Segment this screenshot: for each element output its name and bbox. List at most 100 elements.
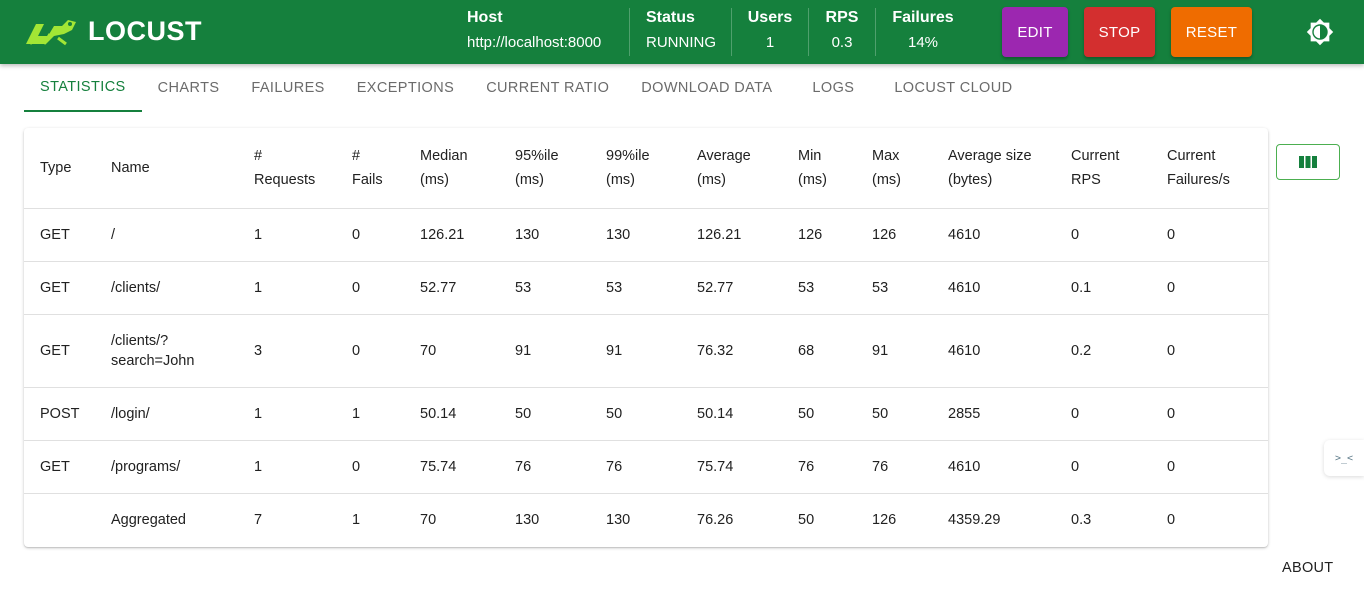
- tab-logs[interactable]: LOGS: [788, 64, 878, 112]
- table-cell: /: [95, 208, 238, 262]
- brightness-icon: [1306, 18, 1334, 46]
- table-cell: 0.2: [1055, 314, 1151, 388]
- column-header-line: Median: [420, 148, 468, 164]
- table-cell: 4610: [932, 440, 1055, 494]
- tab-exceptions[interactable]: EXCEPTIONS: [341, 64, 470, 112]
- host-label: Host: [467, 9, 503, 26]
- table-cell: /clients/? search=John: [95, 314, 238, 388]
- table-cell: 0: [1151, 440, 1268, 494]
- column-header-line: (ms): [798, 172, 827, 188]
- table-cell: 126: [856, 208, 932, 262]
- table-cell: 50.14: [404, 387, 499, 441]
- table-cell: 0: [1055, 387, 1151, 441]
- tab-current-ratio[interactable]: CURRENT RATIO: [470, 64, 625, 112]
- column-header-line: 99%ile: [606, 148, 650, 164]
- column-header-line: #: [254, 148, 263, 164]
- side-widget[interactable]: >_<: [1324, 440, 1364, 476]
- table-cell: 1: [352, 512, 361, 529]
- column-header: Current RPS: [1055, 128, 1151, 209]
- column-header: Median (ms): [404, 128, 499, 209]
- rps-label: RPS: [825, 9, 859, 26]
- table-cell: 68: [782, 314, 856, 388]
- statistics-table: Type Name # Requests # Fails Median (ms) 95%ile (…: [24, 128, 1268, 547]
- table-cell: 2855: [932, 387, 1055, 441]
- column-header: 99%ile (ms): [590, 128, 681, 209]
- failures-stat: Failures 14%: [892, 8, 954, 58]
- logo-text: LOCUST: [88, 15, 202, 46]
- view-column-icon: [1299, 156, 1317, 168]
- table-cell: 0: [1151, 208, 1268, 262]
- about-link[interactable]: ABOUT: [1282, 560, 1333, 576]
- status-label: Status: [646, 9, 695, 26]
- status-stat: Status RUNNING: [646, 8, 716, 58]
- table-cell: /login/: [95, 387, 238, 441]
- table-cell: 50: [782, 387, 856, 441]
- column-header: # Fails: [336, 128, 404, 209]
- edit-button[interactable]: EDIT: [1002, 7, 1068, 57]
- users-label: Users: [747, 9, 793, 26]
- failures-value: 14%: [907, 34, 939, 51]
- table-cell: 126.21: [404, 208, 499, 262]
- status-value: RUNNING: [646, 34, 716, 51]
- tab-charts[interactable]: CHARTS: [142, 64, 236, 112]
- table-cell: 4610: [932, 314, 1055, 388]
- table-cell: 70: [420, 512, 437, 529]
- table-cell: 126: [782, 208, 856, 262]
- locust-icon: [26, 20, 76, 46]
- host-value: http://localhost:8000: [467, 34, 602, 51]
- column-header-line: Average size: [948, 148, 1032, 164]
- table-cell: 0.1: [1055, 261, 1151, 315]
- column-header: Current Failures/s: [1151, 128, 1268, 209]
- table-cell: 52.77: [404, 261, 499, 315]
- stop-button[interactable]: STOP: [1084, 7, 1155, 57]
- column-header-line: 95%ile: [515, 148, 559, 164]
- table-cell: 130: [499, 208, 590, 262]
- table-cell: 91: [590, 314, 681, 388]
- table-cell: 53: [782, 261, 856, 315]
- table-cell: 76: [782, 440, 856, 494]
- tab-download-data[interactable]: DOWNLOAD DATA: [625, 64, 788, 112]
- table-cell: 50: [856, 387, 932, 441]
- theme-toggle-button[interactable]: [1306, 18, 1334, 46]
- table-cell: /programs/: [95, 440, 238, 494]
- header-divider: [808, 8, 809, 56]
- table-cell: POST: [24, 387, 95, 441]
- table-cell: 53: [499, 261, 590, 315]
- column-header: Name: [95, 128, 238, 209]
- column-header-line: Fails: [352, 172, 383, 188]
- table-row: GET/1 0 126.21 130 130 126.21 126 126 4610 0 0: [24, 208, 1268, 262]
- column-header-line: Max: [872, 148, 900, 164]
- column-header-line: #: [352, 148, 361, 164]
- table-cell: 76: [856, 440, 932, 494]
- table-cell: 0: [1055, 440, 1151, 494]
- table-cell: 0: [1151, 387, 1268, 441]
- failures-label: Failures: [892, 9, 954, 26]
- table-cell: 91: [856, 314, 932, 388]
- column-header-line: (ms): [515, 172, 544, 188]
- column-selector-button[interactable]: [1276, 144, 1340, 180]
- rps-stat: RPS 0.3: [825, 8, 859, 58]
- table-cell: 0: [1055, 208, 1151, 262]
- table-cell: 130: [606, 512, 631, 529]
- rps-value: 0.3: [831, 34, 853, 51]
- locust-logo[interactable]: LOCUST: [24, 16, 202, 46]
- column-header-line: Current: [1167, 148, 1216, 164]
- reset-button[interactable]: RESET: [1171, 7, 1252, 57]
- column-header: 95%ile (ms): [499, 128, 590, 209]
- table-row: POST/login/1 1 50.14 50 50 50.14 50 50 2855 0 0: [24, 387, 1268, 441]
- table-header-row: Type Name # Requests # Fails Median (ms) 95%ile (…: [24, 128, 1268, 209]
- tab-bar: STATISTICS CHARTS FAILURES EXCEPTIONS CU…: [24, 64, 1028, 112]
- tab-locust-cloud[interactable]: LOCUST CLOUD: [878, 64, 1028, 112]
- column-header-line: Type: [40, 160, 72, 176]
- table-cell: 76.32: [681, 314, 782, 388]
- column-header-line: (ms): [697, 172, 726, 188]
- tab-statistics[interactable]: STATISTICS: [24, 64, 142, 112]
- table-cell: 50: [798, 512, 815, 529]
- table-cell: 1: [238, 440, 336, 494]
- table-cell: 70: [404, 314, 499, 388]
- table-cell: GET: [24, 314, 95, 388]
- tab-failures[interactable]: FAILURES: [235, 64, 340, 112]
- table-cell: 0: [336, 261, 404, 315]
- users-stat: Users 1: [747, 8, 793, 58]
- column-header-line: (bytes): [948, 172, 993, 188]
